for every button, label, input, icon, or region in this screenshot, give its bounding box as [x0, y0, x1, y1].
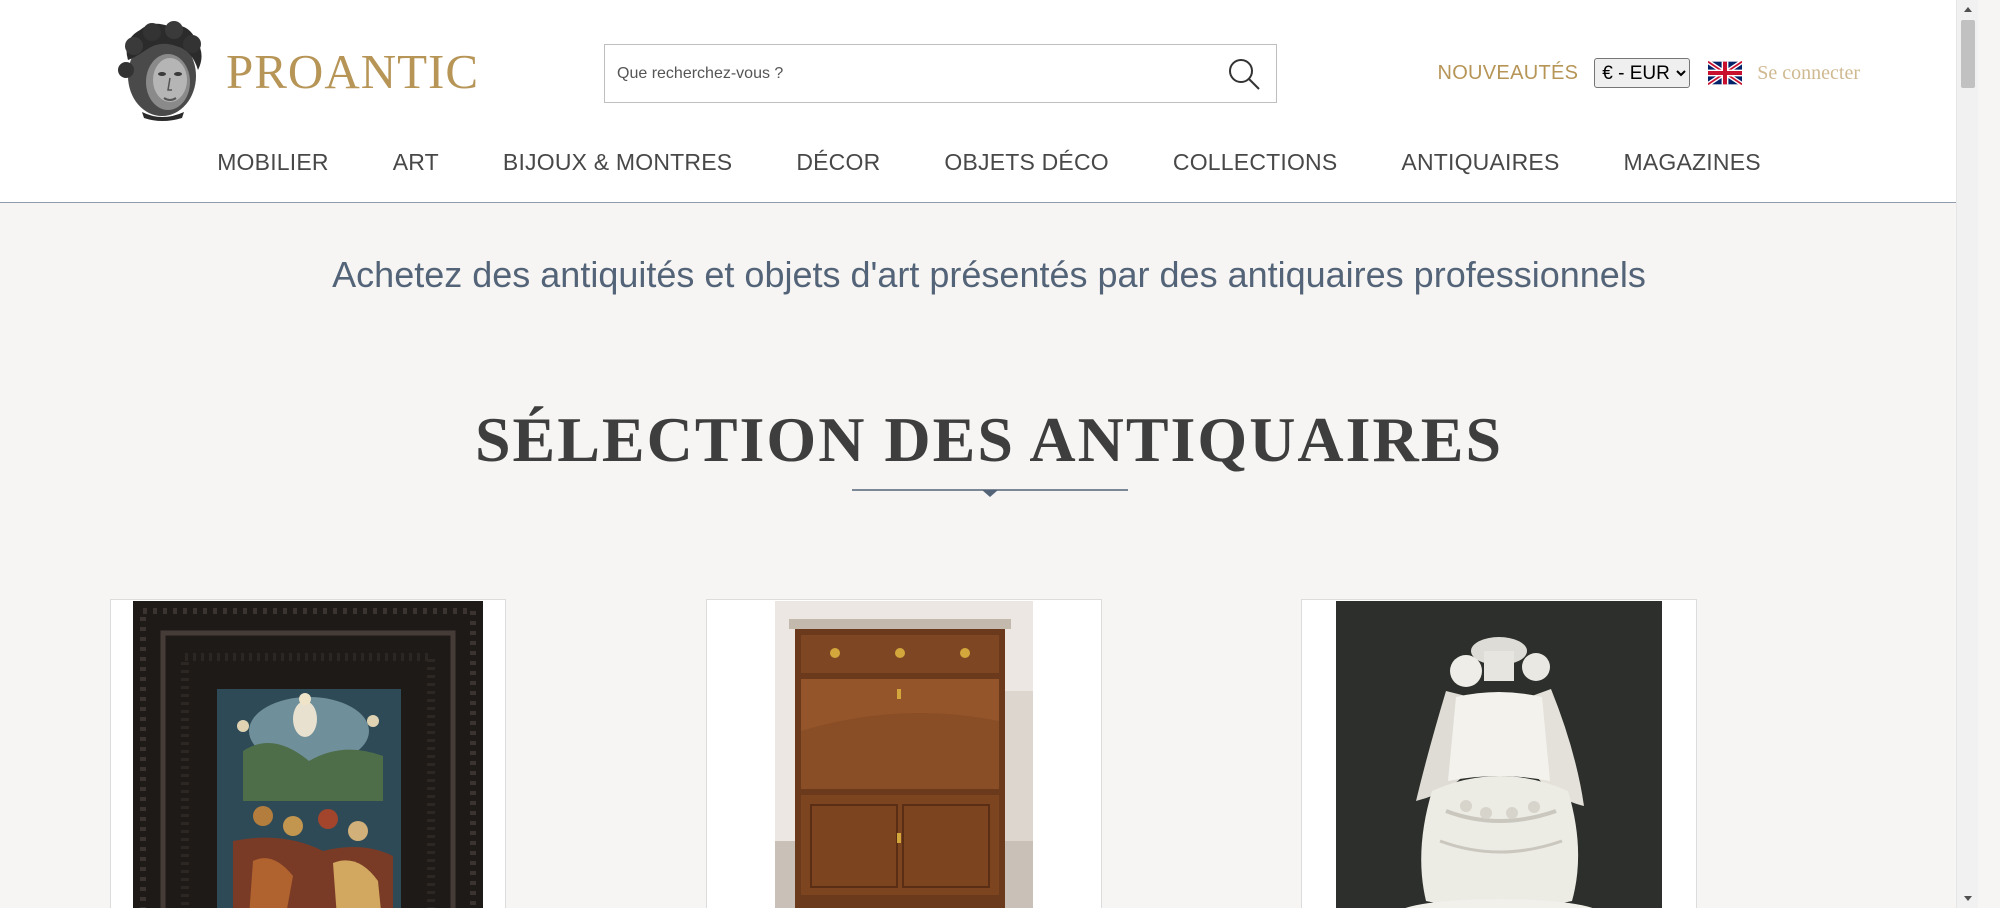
cherub-head-logo-icon	[118, 21, 202, 121]
nav-item-mobilier[interactable]: MOBILIER	[217, 149, 329, 176]
framed-religious-painting-icon	[133, 601, 483, 908]
page-tagline: Achetez des antiquités et objets d'art p…	[332, 254, 1646, 295]
page: PROANTIC NOUVEAUTÉS € - EUR	[0, 0, 1978, 908]
site-header: PROANTIC NOUVEAUTÉS € - EUR	[0, 0, 1978, 203]
login-link[interactable]: Se connecter	[1757, 62, 1860, 85]
search-bar	[604, 44, 1277, 103]
nav-item-antiquaires[interactable]: ANTIQUAIRES	[1401, 149, 1559, 176]
scroll-down-arrow-icon[interactable]	[1957, 890, 1978, 908]
header-actions: NOUVEAUTÉS € - EUR Se connecter	[1437, 55, 1860, 91]
nav-item-art[interactable]: ART	[393, 149, 439, 176]
nav-item-decor[interactable]: DÉCOR	[796, 149, 880, 176]
scroll-thumb[interactable]	[1961, 20, 1975, 88]
news-link[interactable]: NOUVEAUTÉS	[1437, 62, 1578, 85]
nav-item-bijoux-montres[interactable]: BIJOUX & MONTRES	[503, 149, 732, 176]
marble-sculpture-icon	[1336, 601, 1662, 908]
nav-item-magazines[interactable]: MAGAZINES	[1624, 149, 1761, 176]
product-card[interactable]	[1301, 599, 1697, 908]
title-divider	[852, 489, 1128, 497]
search-icon	[1229, 58, 1260, 90]
page-scrollbar[interactable]	[1956, 0, 1978, 908]
uk-flag-icon[interactable]	[1708, 61, 1743, 85]
scroll-up-arrow-icon[interactable]	[1957, 0, 1978, 18]
search-input[interactable]	[605, 45, 1212, 102]
wooden-secretary-cabinet-icon	[775, 601, 1033, 908]
product-card[interactable]	[706, 599, 1102, 908]
logo-link[interactable]: PROANTIC	[112, 20, 479, 122]
nav-item-objets-deco[interactable]: OBJETS DÉCO	[944, 149, 1109, 176]
logo-text: PROANTIC	[226, 43, 480, 99]
section-title: SÉLECTION DES ANTIQUAIRES	[474, 404, 1504, 475]
currency-select[interactable]: € - EUR	[1594, 58, 1691, 88]
main-nav: MOBILIER ART BIJOUX & MONTRES DÉCOR OBJE…	[0, 142, 1978, 182]
product-card[interactable]	[110, 599, 506, 908]
search-button[interactable]	[1212, 45, 1276, 102]
nav-item-collections[interactable]: COLLECTIONS	[1173, 149, 1338, 176]
